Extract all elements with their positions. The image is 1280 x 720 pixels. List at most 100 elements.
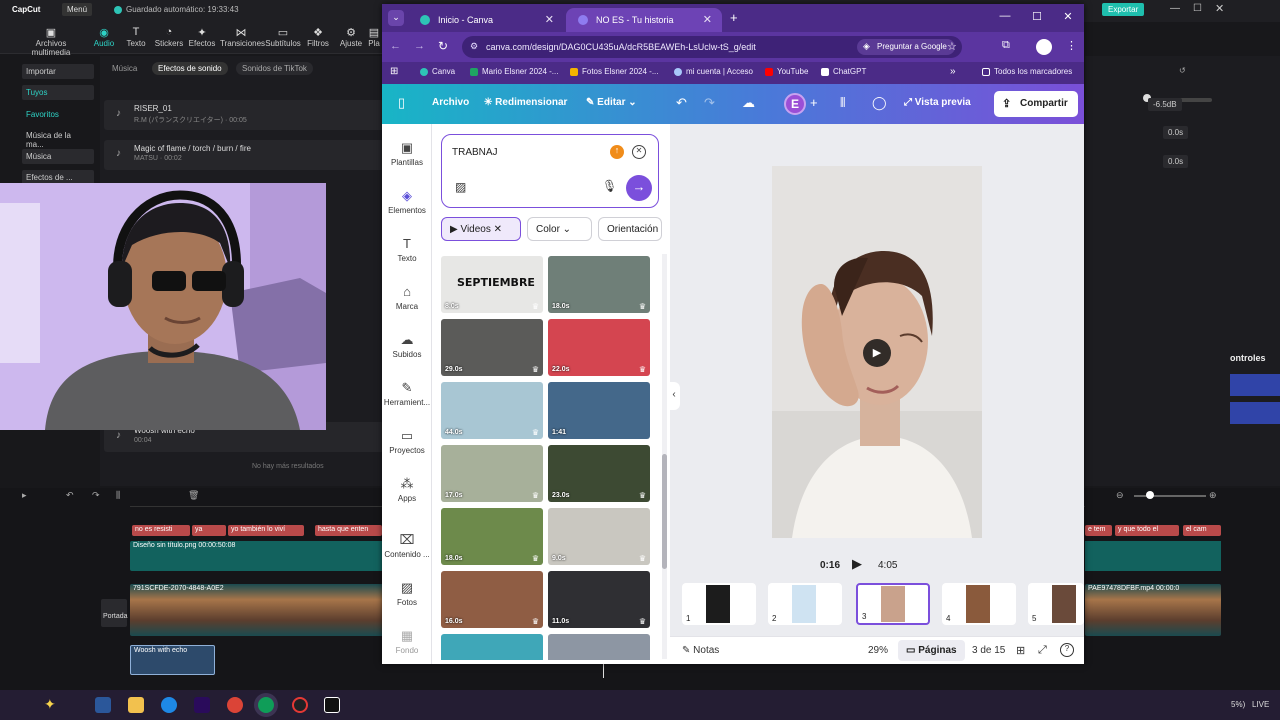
list-tab-sound-effects[interactable]: Efectos de sonido bbox=[152, 62, 228, 75]
share-button[interactable]: ⇪ Compartir bbox=[994, 91, 1078, 117]
delete-icon[interactable]: 🗑 bbox=[188, 490, 199, 501]
rail-apps[interactable]: ⁂ Apps bbox=[382, 476, 432, 503]
chrome-active-icon[interactable] bbox=[258, 697, 274, 713]
bookmark-youtube[interactable]: YouTube bbox=[765, 67, 808, 76]
word-icon[interactable] bbox=[95, 697, 111, 713]
upgrade-icon[interactable]: ↑ bbox=[610, 145, 624, 159]
audio-clip[interactable]: Woosh with echo bbox=[130, 645, 215, 675]
filter-chip-color[interactable]: Color ⌄ bbox=[527, 217, 592, 241]
capcut-minimize-icon[interactable]: — bbox=[1170, 3, 1180, 14]
apps-grid-icon[interactable]: ⊞ bbox=[390, 66, 398, 77]
help-icon[interactable]: ? bbox=[1060, 643, 1074, 657]
caption-clip[interactable]: hasta que enten bbox=[315, 525, 382, 536]
user-avatar[interactable]: E bbox=[784, 93, 806, 115]
video-thumbnail[interactable]: 17.0s ♛ bbox=[441, 445, 543, 502]
omnibox[interactable]: ⚙ canva.com/design/DAG0CU435uA/dcR5BEAWE… bbox=[462, 36, 962, 58]
obs-icon[interactable] bbox=[292, 697, 308, 713]
microphone-icon[interactable]: 🎙 bbox=[602, 179, 617, 193]
rail-elements[interactable]: ◈ Elementos bbox=[382, 188, 432, 215]
redo-icon[interactable]: ↷ bbox=[704, 95, 715, 111]
notes-button[interactable]: ✎ Notas bbox=[682, 645, 719, 656]
bookmark-cuenta[interactable]: mi cuenta | Acceso bbox=[674, 67, 753, 76]
tool-subtitles[interactable]: ▭ Subtítulos bbox=[264, 26, 302, 48]
caption-clip[interactable]: e tem bbox=[1085, 525, 1112, 536]
video-play-icon[interactable]: ▶ bbox=[863, 339, 891, 367]
panel-scroll-thumb[interactable] bbox=[662, 454, 667, 569]
clear-search-icon[interactable]: ✕ bbox=[632, 145, 646, 159]
all-bookmarks[interactable]: Todos los marcadores bbox=[982, 67, 1072, 76]
video-thumbnail[interactable]: 23.0s ♛ bbox=[548, 445, 650, 502]
video-thumbnail[interactable]: 22.0s ♛ bbox=[548, 319, 650, 376]
caption-clip[interactable]: yo también lo viví bbox=[228, 525, 304, 536]
bookmark-chatgpt[interactable]: ChatGPT bbox=[821, 67, 866, 76]
sound-item[interactable]: ♪ Magic of flame / torch / burn / fire M… bbox=[104, 140, 384, 170]
video-thumbnail[interactable]: 18.0s ♛ bbox=[441, 508, 543, 565]
minimize-icon[interactable]: — bbox=[996, 10, 1014, 22]
pages-button[interactable]: ▭ Páginas bbox=[898, 640, 965, 661]
redo-icon[interactable]: ↷ bbox=[92, 490, 100, 501]
side-music[interactable]: Música bbox=[22, 149, 94, 164]
caption-clip[interactable]: y que todo el bbox=[1115, 525, 1179, 536]
bookmark-star-icon[interactable]: ☆ bbox=[947, 40, 957, 53]
edge-icon[interactable] bbox=[161, 697, 177, 713]
resize-button[interactable]: ✳ Redimensionar bbox=[484, 97, 567, 108]
video-thumbnail[interactable]: 29.0s ♛ bbox=[441, 319, 543, 376]
tool-transitions[interactable]: ⋈ Transiciones bbox=[220, 26, 265, 48]
video-clip[interactable]: 791SCFDE-2070-4848-A0E2 bbox=[130, 584, 384, 636]
zoom-slider[interactable] bbox=[1134, 495, 1206, 497]
toggle-panel-icon[interactable]: ▯ bbox=[398, 95, 405, 111]
page-thumbnail[interactable]: 5 bbox=[1028, 583, 1084, 625]
url-text[interactable]: canva.com/design/DAG0CU435uA/dcR5BEAWEh-… bbox=[486, 42, 756, 52]
video-thumbnail[interactable]: 18.0s ♛ bbox=[548, 256, 650, 313]
video-thumbnail[interactable]: 9.0s ♛ bbox=[548, 508, 650, 565]
side-favorites[interactable]: Favoritos bbox=[22, 107, 94, 122]
volume-value[interactable]: -6.5dB bbox=[1148, 98, 1182, 111]
fullscreen-icon[interactable]: ⤢ bbox=[1038, 644, 1047, 657]
profile-avatar[interactable] bbox=[1036, 39, 1052, 55]
video-clip-right[interactable]: PAE97478DFBF.mp4 00:00:0 bbox=[1085, 584, 1221, 636]
premiere-icon[interactable] bbox=[194, 697, 210, 713]
video-thumbnail[interactable]: 16.0s ♛ bbox=[441, 571, 543, 628]
play-button[interactable]: ▶ bbox=[852, 556, 862, 572]
back-icon[interactable]: ← bbox=[390, 40, 401, 52]
bookmark-mario[interactable]: Mario Elsner 2024 -... bbox=[470, 67, 558, 76]
fade-out-value[interactable]: 0.0s bbox=[1163, 155, 1189, 168]
more-bookmarks-icon[interactable]: » bbox=[950, 66, 956, 77]
maximize-icon[interactable]: ☐ bbox=[1028, 10, 1046, 23]
rail-tools[interactable]: ✎ Herramient... bbox=[382, 380, 432, 407]
rail-templates[interactable]: ▣ Plantillas bbox=[382, 140, 432, 167]
collapse-panel-icon[interactable]: ‹ bbox=[668, 382, 680, 410]
rail-photos[interactable]: ▨ Fotos bbox=[382, 580, 432, 607]
tab-close-icon[interactable]: ✕ bbox=[545, 13, 554, 26]
controls-row[interactable] bbox=[1230, 374, 1280, 396]
bookmark-fotos[interactable]: Fotos Elsner 2024 -... bbox=[570, 67, 658, 76]
add-collaborator-icon[interactable]: + bbox=[810, 95, 818, 110]
rail-background[interactable]: ▦ Fondo bbox=[382, 628, 432, 655]
list-tab-music[interactable]: Música bbox=[106, 62, 143, 75]
reload-icon[interactable]: ↻ bbox=[438, 39, 448, 53]
capcut-menu-button[interactable]: Menú bbox=[62, 3, 93, 16]
filter-chip-orientation[interactable]: Orientación bbox=[598, 217, 662, 241]
video-thumbnail[interactable]: 1:41 bbox=[548, 382, 650, 439]
capcut-export-button[interactable]: Exportar bbox=[1102, 3, 1145, 16]
tool-filters[interactable]: ❖ Filtros bbox=[300, 26, 336, 48]
tool-effects[interactable]: ✦ Efectos bbox=[182, 26, 222, 48]
copilot-sparkle-icon[interactable]: ✦ bbox=[44, 696, 56, 713]
list-tab-tiktok[interactable]: Sonidos de TikTok bbox=[236, 62, 313, 75]
ask-google-button[interactable]: ◈ Preguntar a Google bbox=[857, 39, 955, 55]
site-info-icon[interactable]: ⚙ bbox=[470, 41, 478, 52]
submit-search-icon[interactable]: → bbox=[626, 175, 652, 201]
caption-clip[interactable]: ya bbox=[192, 525, 226, 536]
close-window-icon[interactable]: ✕ bbox=[1059, 10, 1077, 23]
side-yours[interactable]: Tuyos bbox=[22, 85, 94, 100]
forward-icon[interactable]: → bbox=[414, 40, 425, 52]
sound-item[interactable]: ♪ RISER_01 R.M (パランスクリエイター) · 00:05 bbox=[104, 100, 384, 130]
design-video-frame[interactable]: ▶ bbox=[772, 166, 982, 538]
video-thumbnail[interactable]: SEPTIEMBRE 8.0s ♛ bbox=[441, 256, 543, 313]
tool-templates[interactable]: ▤ Pla bbox=[364, 26, 384, 48]
side-brand-music[interactable]: Música de la ma... bbox=[22, 128, 94, 149]
remove-filter-icon[interactable]: ✕ bbox=[491, 224, 502, 235]
zoom-slider-handle[interactable] bbox=[1146, 491, 1154, 499]
image-clip-right[interactable] bbox=[1085, 541, 1221, 571]
page-thumbnail-selected[interactable]: 3 bbox=[856, 583, 930, 625]
